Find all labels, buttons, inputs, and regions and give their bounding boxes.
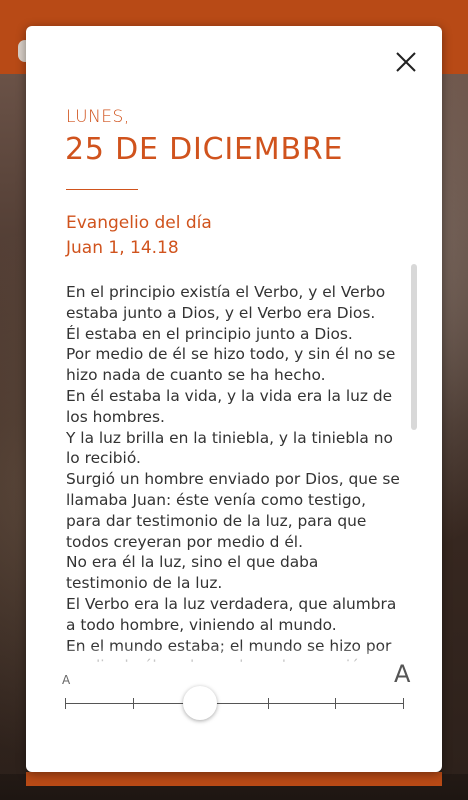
reading-line: En el principio existía el Verbo, y el V… [66, 283, 386, 322]
gospel-reference: Juan 1, 14.18 [66, 238, 179, 258]
reading-line: El Verbo era la luz verdadera, que alumb… [66, 594, 397, 634]
reading-scrollbar[interactable] [411, 264, 417, 430]
date-heading: 25 DE DICIEMBRE [65, 132, 344, 167]
slider-tick [133, 698, 134, 709]
slider-tick [268, 698, 269, 709]
reading-line: Y la luz brilla en la tiniebla, y la tin… [66, 428, 393, 468]
reading-line: Surgió un hombre enviado por Dios, que s… [66, 470, 400, 551]
close-button[interactable] [392, 48, 420, 76]
slider-thumb[interactable] [183, 686, 217, 720]
reading-line: No era él la luz, sino el que daba testi… [66, 553, 319, 593]
reading-line: Por medio de él se hizo todo, y sin él n… [66, 345, 396, 385]
reading-fade [66, 646, 406, 666]
gospel-dialog: LUNES, 25 DE DICIEMBRE Evangelio del día… [26, 26, 442, 772]
reading-line: Él estaba en el principio junto a Dios. [66, 324, 353, 343]
slider-tick [65, 698, 66, 709]
app-screen: LUNES, 25 DE DICIEMBRE Evangelio del día… [0, 0, 468, 800]
date-day-label: LUNES, [66, 107, 130, 127]
font-size-large-label: A [394, 660, 411, 688]
font-size-small-label: A [62, 673, 71, 687]
reading-line: En él estaba la vida, y la vida era la l… [66, 386, 393, 426]
slider-track [65, 703, 403, 704]
slider-tick [335, 698, 336, 709]
close-icon [396, 52, 416, 72]
footer-bar [26, 772, 442, 786]
font-size-slider[interactable] [65, 686, 404, 720]
title-divider [66, 189, 138, 190]
gospel-title: Evangelio del día [66, 213, 212, 233]
reading-text[interactable]: En el principio existía el Verbo, y el V… [66, 282, 402, 662]
slider-tick [403, 698, 404, 709]
